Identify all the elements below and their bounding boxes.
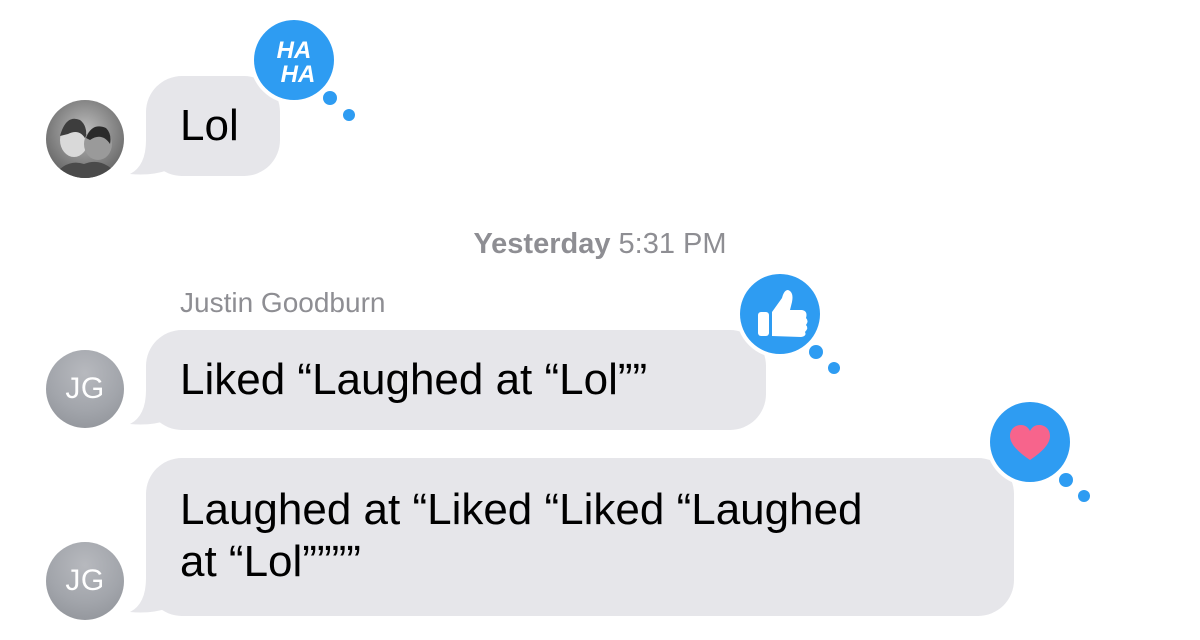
svg-text:HA: HA: [281, 61, 316, 88]
haha-icon: HA HA: [250, 16, 355, 121]
tapback-heart[interactable]: [978, 392, 1102, 508]
contact-photo-avatar[interactable]: [46, 100, 124, 178]
message-bubble-liked[interactable]: Liked “Laughed at “Lol””: [146, 330, 766, 430]
sender-name: Justin Goodburn: [180, 287, 386, 318]
heart-icon: [986, 398, 1090, 502]
svg-text:HA: HA: [277, 37, 312, 64]
avatar-initials: JG: [65, 564, 105, 597]
message-text: Liked “Laughed at “Lol””: [180, 355, 648, 404]
message-text-line-2: at “Lol””””: [180, 537, 361, 586]
contact-initials-avatar[interactable]: JG: [46, 350, 124, 428]
timestamp-day: Yesterday: [473, 228, 611, 260]
thumbs-up-icon: [736, 270, 840, 374]
tapback-thumbs-up[interactable]: [726, 264, 850, 380]
avatar-initials: JG: [65, 372, 105, 405]
avatar-photo-image: [46, 100, 124, 178]
message-bubble-laughed[interactable]: Laughed at “Liked “Liked “Laughed at “Lo…: [146, 458, 1014, 616]
message-text-line-1: Laughed at “Liked “Liked “Laughed: [180, 485, 863, 534]
conversation-timestamp: Yesterday 5:31 PM: [0, 228, 1200, 261]
timestamp-time: 5:31 PM: [618, 228, 727, 260]
contact-initials-avatar[interactable]: JG: [46, 542, 124, 620]
tapback-haha[interactable]: HA HA: [244, 12, 364, 128]
message-text: Lol: [180, 101, 239, 150]
